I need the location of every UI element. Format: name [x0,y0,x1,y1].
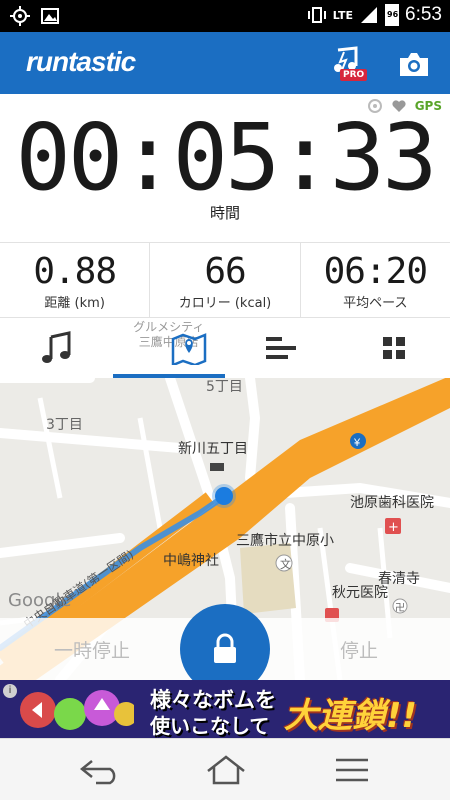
tab-details[interactable] [225,318,338,378]
stat-value: 0.88 [33,251,117,292]
back-icon[interactable] [78,755,122,785]
system-nav-bar [0,738,450,800]
stat-label: 平均ペース [343,296,408,311]
signal-icon [361,7,378,23]
grid-icon [382,337,405,359]
current-location-dot [215,487,233,505]
bars-icon [266,337,297,359]
camera-icon[interactable] [398,50,430,78]
overlay-line: グルメシティ [133,320,205,334]
duration-value: 00:05:33 [15,104,437,211]
duration-label: 時間 [209,204,240,222]
stat-label: カロリー (kcal) [178,296,272,311]
home-icon[interactable] [204,755,248,785]
map-label: 三鷹市立中原小 [236,533,334,549]
bank-icon-glyph: ¥ [353,437,361,449]
network-type: LTE [332,8,354,22]
tab-music[interactable] [0,318,113,378]
battery-level: 96 [387,10,399,19]
ad-banner[interactable]: i 様々なボムを 使いこなして 大連鎖!! [0,680,450,738]
music-note-icon [42,331,71,363]
lock-icon [214,633,236,663]
map-label: 春清寺 [378,571,420,587]
temple-icon-glyph: 卍 [395,602,405,614]
app-bar: runtastic PRO [0,32,450,94]
map-label: 池原歯科医院 [350,495,434,511]
stat-pace: 06:20 平均ペース [299,243,450,317]
pause-button[interactable]: 一時停止 [54,636,130,663]
tab-map[interactable]: グルメシティ 三鷹中原店 [112,318,226,378]
map-label: 5丁目 [206,379,243,395]
overlay-line: 三鷹中原店 [138,335,199,349]
bus-stop-icon [210,463,224,471]
vibrate-icon [307,7,326,23]
school-icon-glyph: 文 [280,557,291,571]
clinic-icon-glyph: + [388,520,399,535]
app-logo: runtastic [26,46,136,77]
stat-value: 06:20 [323,251,428,292]
stat-calories: 66 カロリー (kcal) [149,243,299,317]
timer-panel: GPS 00:05:33 時間 [0,94,450,242]
map-label: 3丁目 [46,417,83,433]
stat-value: 66 [204,251,246,292]
ad-subline: 使いこなして [150,714,270,738]
clock: 6:53 [405,4,442,25]
map-icon [171,333,206,365]
stat-distance: 0.88 距離 (km) [0,243,149,317]
stat-label: 距離 (km) [44,296,105,311]
map-overlay-label: グルメシティ 三鷹中原店 [113,320,226,350]
image-notification-icon [41,8,59,24]
battery-icon: 96 [385,4,400,26]
pro-badge: PRO [340,69,368,81]
location-icon [10,6,30,26]
ad-callout: 大連鎖!! [284,696,418,736]
status-bar: LTE 96 6:53 [0,0,450,32]
stop-button[interactable]: 停止 [340,636,378,663]
stats-row: 0.88 距離 (km) 66 カロリー (kcal) 06:20 平均ペース [0,242,450,318]
view-tabs: グルメシティ 三鷹中原店 [0,318,450,378]
ad-artwork [20,690,134,730]
map-label: 中嶋神社 [163,553,219,569]
map-label: 新川五丁目 [178,441,248,457]
menu-icon[interactable] [330,755,374,785]
tab-dashboard[interactable] [338,318,450,378]
